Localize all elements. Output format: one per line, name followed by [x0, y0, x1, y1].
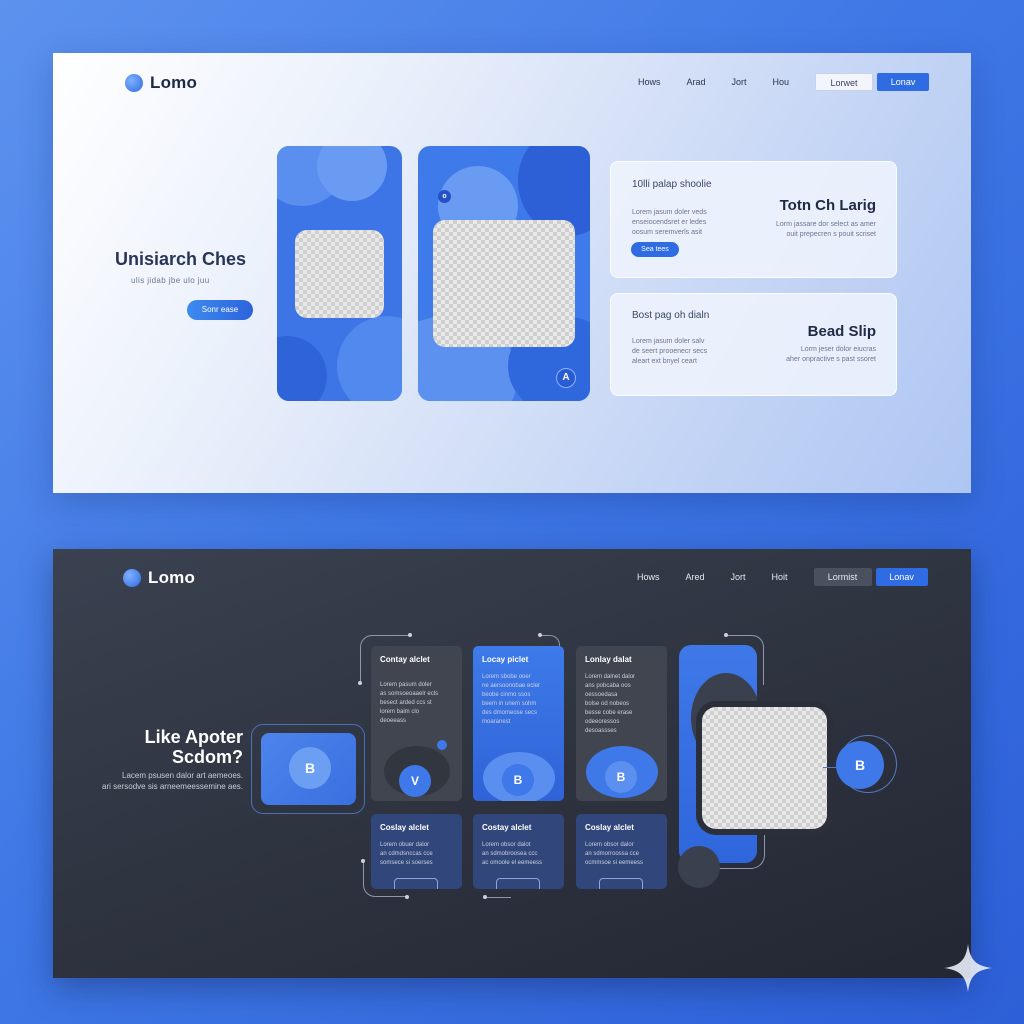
card-button[interactable]: [599, 878, 643, 889]
phone-mockup-1: [277, 146, 402, 401]
card-heading: Totn Ch Larig: [779, 197, 876, 214]
top-nav: Hows Arad Jort Hou Lorwet Lonav: [638, 73, 930, 91]
login-button[interactable]: Lormist: [813, 568, 872, 586]
card-title: Coslay alclet: [585, 823, 634, 832]
feature-card-top-3[interactable]: Lonlay dalat Lorem dalnet dalor ans pobc…: [576, 646, 667, 801]
card-body: Lorem obsor dalot an sdmobroosea ccc ac …: [482, 842, 543, 866]
decor-blob: [337, 316, 402, 401]
nav-link-hows[interactable]: Hows: [638, 77, 661, 87]
left-feature-tile[interactable]: B: [261, 733, 356, 805]
card-button[interactable]: [394, 878, 438, 889]
card-description: Lorm jeser dolor eiucras aher onpractive…: [786, 346, 876, 363]
connector-dot: [538, 633, 542, 637]
hero-title: Unisiarch Ches: [115, 249, 247, 269]
feature-card-bottom-3[interactable]: Coslay alclet Lorem obsor dalor an sdmor…: [576, 814, 667, 889]
nav-link-ared[interactable]: Ared: [686, 572, 705, 582]
card-body: Lorem obsor dalor an sdmorroossa cce ocm…: [585, 842, 644, 866]
sparkle-icon: [944, 944, 992, 992]
card-title: Lonlay dalat: [585, 655, 632, 664]
connector-line: [485, 897, 511, 898]
decor-circle: [678, 846, 720, 888]
card-title: Contay alclet: [380, 655, 430, 664]
top-nav: Hows Ared Jort Hoit Lormist Lonav: [637, 568, 928, 586]
image-placeholder: [702, 707, 827, 829]
card-heading: Bead Slip: [807, 323, 876, 340]
light-theme-preview: Lomo Hows Arad Jort Hou Lorwet Lonav Uni…: [53, 53, 971, 493]
card-tag-button[interactable]: Sea tees: [631, 242, 679, 257]
feature-card-bottom-2[interactable]: Costay alclet Lorem obsor dalot an sdmob…: [473, 814, 564, 889]
hero-title: Like Apoter Scdom?: [144, 727, 243, 767]
b-icon: B: [502, 764, 534, 796]
decor-blob: [277, 336, 327, 401]
signup-button[interactable]: Lonav: [877, 73, 930, 91]
hero-subtitle: ulis jidab jbe ulo juu: [131, 276, 210, 285]
nav-link-hou[interactable]: Hou: [773, 77, 790, 87]
card-body: Lorem jasum doler salv de seert prooenec…: [632, 338, 708, 365]
connector-dot: [361, 859, 365, 863]
hero-subtitle: Lacem psusen dalor art aemeoes. ari sers…: [102, 771, 243, 791]
card-title: Coslay alclet: [380, 823, 429, 832]
b-icon: B: [605, 761, 637, 793]
card-title: 10lli palap shoolie: [632, 179, 712, 190]
card-button[interactable]: [496, 878, 540, 889]
connector-dot: [358, 681, 362, 685]
phone-action-icon[interactable]: A: [556, 368, 576, 388]
nav-link-jort[interactable]: Jort: [731, 572, 746, 582]
hero-cta-button[interactable]: Sonr ease: [187, 300, 253, 320]
card-body: Lorem pasum doler as somsoeoaaelr ecls b…: [380, 682, 439, 724]
small-dot-icon: [437, 740, 447, 750]
feature-card-1[interactable]: 10lli palap shoolie Lorem jasum doler ve…: [610, 161, 897, 278]
v-icon: V: [399, 765, 431, 797]
nav-link-hows[interactable]: Hows: [637, 572, 660, 582]
image-placeholder: [433, 220, 575, 347]
feature-card-2[interactable]: Bost pag oh dialn Lorem jasum doler salv…: [610, 293, 897, 396]
signup-button[interactable]: Lonav: [875, 568, 928, 586]
dark-theme-preview: Lomo Hows Ared Jort Hoit Lormist Lonav L…: [53, 549, 971, 978]
phone-indicator-icon: o: [438, 190, 451, 203]
connector-dot: [724, 633, 728, 637]
card-title: Costay alclet: [482, 823, 532, 832]
logo-text: Lomo: [148, 568, 196, 587]
card-description: Lorm jassare dor select as amer ouit pre…: [776, 221, 876, 238]
card-title: Bost pag oh dialn: [632, 310, 710, 321]
feature-card-top-2[interactable]: Locay piclet Lorem sbobe ooer ne aersoon…: [473, 646, 564, 801]
connector-dot: [408, 633, 412, 637]
connector-dot: [483, 895, 487, 899]
nav-link-hoit[interactable]: Hoit: [772, 572, 788, 582]
card-title: Locay piclet: [482, 655, 529, 664]
nav-link-arad[interactable]: Arad: [687, 77, 706, 87]
card-body: Lorem jasum doler veds enseiocendsret er…: [632, 209, 707, 236]
b-icon: B: [289, 747, 331, 789]
logo-icon: [123, 569, 141, 587]
connector-dot: [405, 895, 409, 899]
feature-card-bottom-1[interactable]: Coslay alclet Lorem obuer dalor an cdmds…: [371, 814, 462, 889]
login-button[interactable]: Lorwet: [815, 73, 874, 91]
logo[interactable]: Lomo: [125, 73, 197, 93]
b-icon[interactable]: B: [836, 741, 884, 789]
logo-text: Lomo: [150, 73, 198, 92]
nav-link-jort[interactable]: Jort: [732, 77, 747, 87]
logo-icon: [125, 74, 143, 92]
logo[interactable]: Lomo: [123, 568, 195, 588]
card-body: Lorem sbobe ooer ne aersoonobae ecler be…: [482, 674, 541, 725]
feature-card-top-1[interactable]: Contay alclet Lorem pasum doler as somso…: [371, 646, 462, 801]
card-body: Lorem obuer dalor an cdmdsnccas cce soms…: [380, 842, 433, 866]
image-placeholder: [295, 230, 384, 318]
phone-mockup-2: o A: [418, 146, 590, 401]
card-body: Lorem dalnet dalor ans pobcaba oos oesso…: [585, 674, 636, 734]
